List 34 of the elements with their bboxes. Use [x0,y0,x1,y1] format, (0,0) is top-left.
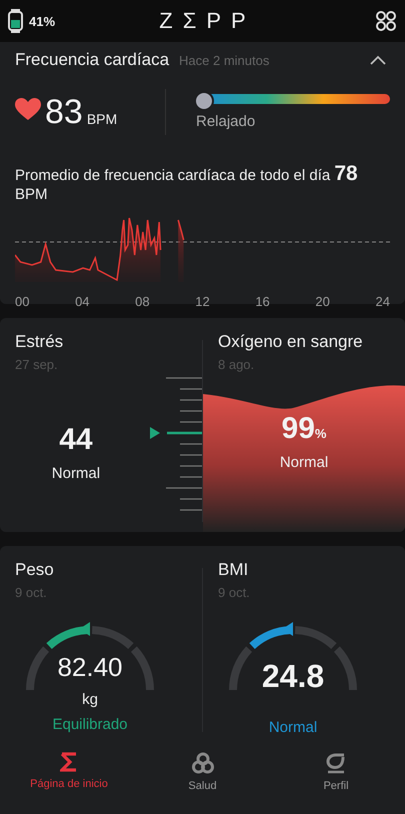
stress-pointer [150,427,202,439]
gauge-status: Normal [268,719,318,736]
app-logo: ZΣPP [159,8,256,34]
stress-status: Normal [52,465,100,482]
nav-tab[interactable]: Página de inicio [4,742,134,814]
time-ago: Hace 2 minutos [179,53,270,68]
gauge-value: 82.40 [57,652,123,683]
oxygen-status: Normal [280,454,328,471]
card-title[interactable]: Estrés [15,332,202,352]
heart-rate-value: 83 [45,94,83,130]
watch-icon[interactable] [8,9,23,33]
stress-value: 44 [59,423,93,457]
knot-icon [192,752,214,774]
card-title: Frecuencia cardíaca [15,50,170,70]
apps-icon[interactable] [374,10,397,32]
heart-icon [15,98,41,121]
heart-rate-unit: BPM [86,111,118,127]
card-title[interactable]: Oxígeno en sangre [218,332,405,352]
gauge-status: Equilibrado [52,716,128,733]
daily-average-text: Promedio de frecuencia cardíaca de todo el día 78 BPM [15,164,359,204]
gauge-unit: kg [82,691,98,708]
chevron-icon[interactable] [370,55,386,65]
card-title[interactable]: Peso [15,560,202,580]
profile-icon [325,752,347,774]
card-title[interactable]: BMI [218,560,405,580]
nav-tab[interactable]: Salud [138,742,268,814]
zone-label: Relajado [196,113,256,130]
nav-tab[interactable]: Perfil [271,742,401,814]
battery-percent: 41% [29,14,56,28]
heart-rate-card[interactable]: Frecuencia cardíaca Hace 2 minutos 83 BPM Relajado Promedio de frecuencia cardíaca de todo el día 78 BPM 00 04 08 12 16 20 24 [0,42,405,304]
sigma-icon [60,752,78,772]
gauge-value: 24.8 [262,658,324,695]
oxygen-value: 99 [282,412,315,446]
percent-unit: % [314,426,326,441]
